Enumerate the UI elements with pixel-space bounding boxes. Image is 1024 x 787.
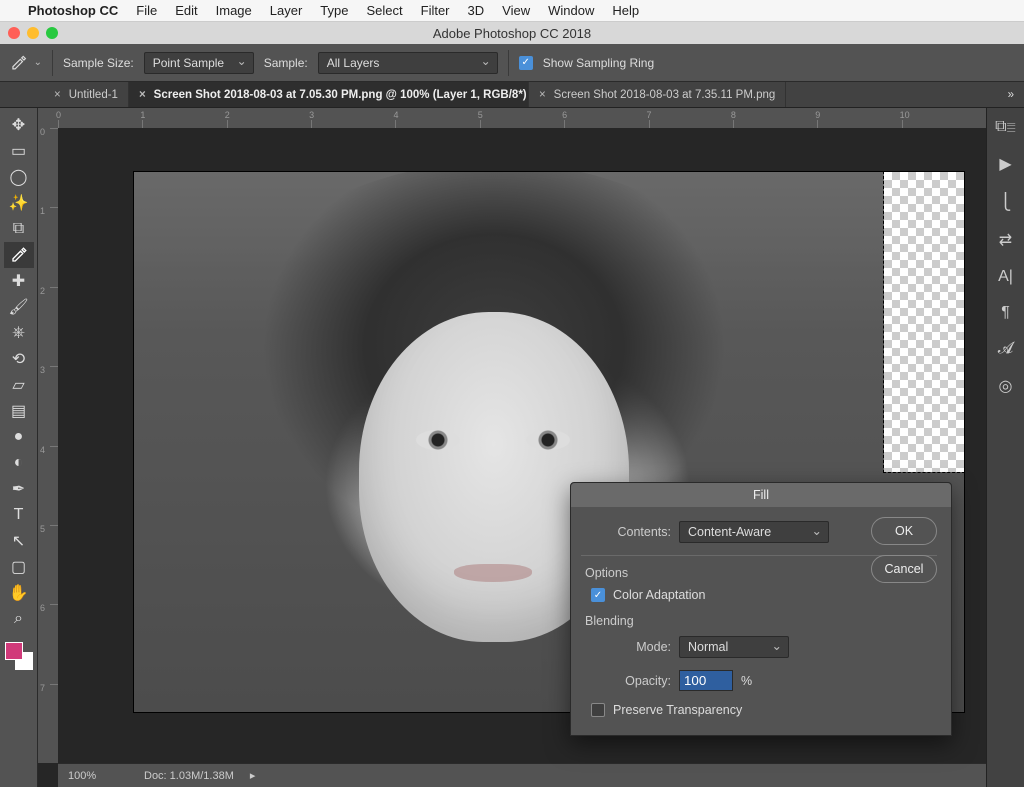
menu-image[interactable]: Image [216, 3, 252, 18]
eyedropper-icon [10, 246, 28, 264]
selection-transparent-area[interactable] [884, 172, 964, 472]
cancel-button[interactable]: Cancel [871, 555, 937, 583]
document-tabs: × Untitled-1 × Screen Shot 2018-08-03 at… [0, 82, 1024, 108]
active-tool-icon[interactable]: ⌄ [10, 53, 42, 73]
tab-label: Screen Shot 2018-08-03 at 7.05.30 PM.png… [154, 89, 529, 101]
tools-panel: ✥ ▭ ◯ ✨ ⧉ ✚ 🖌 ⎈ ⟲ ▱ ▤ ● ◐ ✒ T ↖ ▢ ✋ ⌕ [0, 108, 38, 787]
sample-size-select[interactable]: Point Sample [144, 52, 254, 74]
tool-marquee[interactable]: ▭ [4, 138, 34, 164]
opacity-label: Opacity: [585, 674, 671, 688]
tab-label: Screen Shot 2018-08-03 at 7.35.11 PM.png [554, 89, 776, 101]
opacity-input[interactable] [679, 670, 733, 691]
tab-screenshot-1[interactable]: × Screen Shot 2018-08-03 at 7.05.30 PM.p… [129, 82, 529, 107]
zoom-level[interactable]: 100% [68, 770, 128, 782]
panel-icon-1[interactable]: ⧉≣ [995, 118, 1016, 136]
tool-wand[interactable]: ✨ [4, 190, 34, 216]
status-bar: 100% Doc: 1.03M/1.38M ▸ [58, 763, 986, 787]
tool-pen[interactable]: ✒ [4, 476, 34, 502]
menu-file[interactable]: File [136, 3, 157, 18]
tool-gradient[interactable]: ▤ [4, 398, 34, 424]
tab-label: Untitled-1 [69, 89, 118, 101]
sample-label: Sample: [264, 56, 308, 70]
chevron-down-icon: ⌄ [34, 57, 42, 68]
tool-dodge[interactable]: ◐ [4, 450, 34, 476]
tool-lasso[interactable]: ◯ [4, 164, 34, 190]
window-title: Adobe Photoshop CC 2018 [0, 26, 1024, 41]
mode-select[interactable]: Normal [679, 636, 789, 658]
show-sampling-ring-label: Show Sampling Ring [543, 56, 654, 70]
panel-icon-3[interactable]: ⎩ [1000, 192, 1012, 212]
panel-character-icon[interactable]: A| [998, 268, 1013, 286]
foreground-color-swatch[interactable] [5, 642, 23, 660]
tool-eraser[interactable]: ▱ [4, 372, 34, 398]
ruler-origin[interactable] [38, 108, 58, 128]
menu-filter[interactable]: Filter [421, 3, 450, 18]
menu-3d[interactable]: 3D [468, 3, 485, 18]
menu-window[interactable]: Window [548, 3, 594, 18]
photo-eye-right [526, 430, 570, 450]
window-titlebar: Adobe Photoshop CC 2018 [0, 22, 1024, 44]
tool-brush[interactable]: 🖌 [4, 294, 34, 320]
sample-select[interactable]: All Layers [318, 52, 498, 74]
tab-untitled[interactable]: × Untitled-1 [44, 82, 129, 107]
tool-hand[interactable]: ✋ [4, 580, 34, 606]
sample-size-label: Sample Size: [63, 56, 134, 70]
tool-path-select[interactable]: ↖ [4, 528, 34, 554]
close-icon[interactable]: × [139, 89, 146, 101]
tool-healing[interactable]: ✚ [4, 268, 34, 294]
tool-blur[interactable]: ● [4, 424, 34, 450]
panel-play-icon[interactable]: ▶ [999, 154, 1011, 174]
tool-move[interactable]: ✥ [4, 112, 34, 138]
tool-zoom[interactable]: ⌕ [4, 606, 34, 632]
photo-mouth [454, 564, 532, 582]
preserve-transparency-label: Preserve Transparency [613, 703, 742, 717]
options-bar: ⌄ Sample Size: Point Sample Sample: All … [0, 44, 1024, 82]
color-adaptation-label: Color Adaptation [613, 588, 705, 602]
close-icon[interactable]: × [539, 89, 546, 101]
opacity-unit: % [741, 674, 752, 688]
tab-screenshot-2[interactable]: × Screen Shot 2018-08-03 at 7.35.11 PM.p… [529, 82, 786, 107]
menu-select[interactable]: Select [366, 3, 402, 18]
menu-edit[interactable]: Edit [175, 3, 197, 18]
mac-menu-bar: Photoshop CC File Edit Image Layer Type … [0, 0, 1024, 22]
panel-glyph-icon[interactable]: 𝓐 [998, 340, 1013, 358]
mode-label: Mode: [585, 640, 671, 654]
color-adaptation-checkbox[interactable]: ✓ [591, 588, 605, 602]
menu-help[interactable]: Help [612, 3, 639, 18]
right-panel-strip: ⧉≣ ▶ ⎩ ⇄ A| ¶ 𝓐 ◎ [986, 108, 1024, 787]
separator [508, 50, 509, 76]
photo-eye-left [416, 430, 460, 450]
contents-label: Contents: [585, 525, 671, 539]
separator [52, 50, 53, 76]
tool-history-brush[interactable]: ⟲ [4, 346, 34, 372]
contents-select[interactable]: Content-Aware [679, 521, 829, 543]
menu-view[interactable]: View [502, 3, 530, 18]
close-icon[interactable]: × [54, 89, 61, 101]
ruler-vertical[interactable]: 0 1 2 3 4 5 6 7 [38, 128, 58, 763]
panel-icon-8[interactable]: ◎ [999, 376, 1013, 396]
color-swatches[interactable] [5, 642, 33, 670]
panel-icon-4[interactable]: ⇄ [999, 230, 1012, 250]
show-sampling-ring-checkbox[interactable]: ✓ [519, 56, 533, 70]
app-name[interactable]: Photoshop CC [28, 3, 118, 18]
ok-button[interactable]: OK [871, 517, 937, 545]
preserve-transparency-checkbox[interactable] [591, 703, 605, 717]
ruler-horizontal[interactable]: 0 1 2 3 4 5 6 7 8 9 10 [58, 108, 986, 128]
fill-dialog: Fill OK Cancel Contents: Content-Aware O… [570, 482, 952, 736]
dialog-title[interactable]: Fill [571, 483, 951, 507]
doc-size[interactable]: Doc: 1.03M/1.38M [144, 770, 234, 782]
tool-rectangle[interactable]: ▢ [4, 554, 34, 580]
panel-paragraph-icon[interactable]: ¶ [1001, 304, 1010, 322]
tool-stamp[interactable]: ⎈ [4, 320, 34, 346]
tabs-overflow-button[interactable]: » [998, 82, 1024, 107]
menu-layer[interactable]: Layer [270, 3, 303, 18]
blending-section-label: Blending [585, 614, 937, 628]
eyedropper-icon [10, 53, 28, 73]
tool-type[interactable]: T [4, 502, 34, 528]
menu-type[interactable]: Type [320, 3, 348, 18]
status-chevron-icon[interactable]: ▸ [250, 769, 256, 782]
tool-crop[interactable]: ⧉ [4, 216, 34, 242]
tool-eyedropper[interactable] [4, 242, 34, 268]
